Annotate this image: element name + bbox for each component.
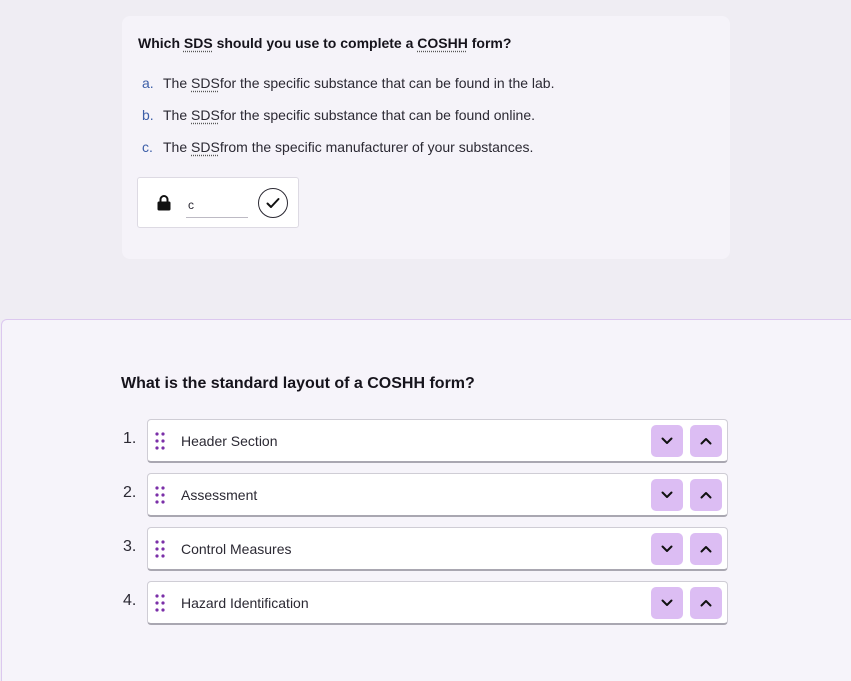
chevron-up-icon	[700, 546, 712, 553]
list-item: 3. Control Measures	[121, 527, 728, 571]
chevron-up-icon	[700, 438, 712, 445]
drag-handle-icon[interactable]	[154, 431, 166, 451]
item-label: Hazard Identification	[181, 595, 309, 611]
move-down-button[interactable]	[651, 479, 683, 511]
list-item: 4. Hazard Identification	[121, 581, 728, 625]
drag-handle-icon[interactable]	[154, 485, 166, 505]
abbr-coshh[interactable]: COSHH	[417, 35, 468, 51]
option-letter: a.	[142, 75, 154, 91]
option-letter: b.	[142, 107, 154, 123]
move-up-button[interactable]	[690, 425, 722, 457]
item-number: 3.	[123, 538, 137, 555]
drag-handle-icon[interactable]	[154, 539, 166, 559]
option-a: a. The SDS for the specific substance th…	[142, 75, 554, 107]
quiz-page: Which SDS should you use to complete a C…	[0, 0, 851, 681]
abbr-sds[interactable]: SDS	[191, 75, 220, 107]
item-number: 1.	[123, 430, 137, 447]
item-label: Assessment	[181, 487, 258, 503]
move-up-button[interactable]	[690, 479, 722, 511]
move-down-button[interactable]	[651, 587, 683, 619]
move-down-button[interactable]	[651, 425, 683, 457]
chevron-down-icon	[661, 437, 673, 444]
list-item: 2. Assessment	[121, 473, 728, 517]
option-letter: c.	[142, 139, 153, 155]
item-number: 2.	[123, 484, 137, 501]
drag-handle-icon[interactable]	[154, 593, 166, 613]
sortable-item[interactable]: Header Section	[147, 419, 728, 463]
chevron-up-icon	[700, 600, 712, 607]
chevron-down-icon	[661, 599, 673, 606]
chevron-down-icon	[661, 545, 673, 552]
answer-box: c	[137, 177, 299, 228]
move-up-button[interactable]	[690, 587, 722, 619]
question-card-sds: Which SDS should you use to complete a C…	[122, 16, 730, 259]
sortable-item[interactable]: Control Measures	[147, 527, 728, 571]
item-label: Header Section	[181, 433, 278, 449]
item-label: Control Measures	[181, 541, 292, 557]
question-sds-text: Which SDS should you use to complete a C…	[138, 35, 512, 51]
option-c: c. The SDS from the specific manufacture…	[142, 139, 554, 171]
list-item: 1. Header Section	[121, 419, 728, 463]
answer-options: a. The SDS for the specific substance th…	[142, 75, 554, 171]
item-number: 4.	[123, 592, 137, 609]
abbr-sds[interactable]: SDS	[191, 139, 220, 171]
abbr-sds[interactable]: SDS	[191, 107, 220, 139]
move-up-button[interactable]	[690, 533, 722, 565]
sortable-item[interactable]: Assessment	[147, 473, 728, 517]
chevron-up-icon	[700, 492, 712, 499]
lock-icon	[157, 195, 171, 211]
option-b: b. The SDS for the specific substance th…	[142, 107, 554, 139]
answer-input[interactable]: c	[186, 196, 248, 218]
abbr-sds[interactable]: SDS	[184, 35, 213, 51]
question-layout-title: What is the standard layout of a COSHH f…	[121, 375, 475, 392]
submit-answer-button[interactable]	[258, 188, 288, 218]
move-down-button[interactable]	[651, 533, 683, 565]
chevron-down-icon	[661, 491, 673, 498]
sortable-item[interactable]: Hazard Identification	[147, 581, 728, 625]
checkmark-icon	[266, 198, 280, 208]
